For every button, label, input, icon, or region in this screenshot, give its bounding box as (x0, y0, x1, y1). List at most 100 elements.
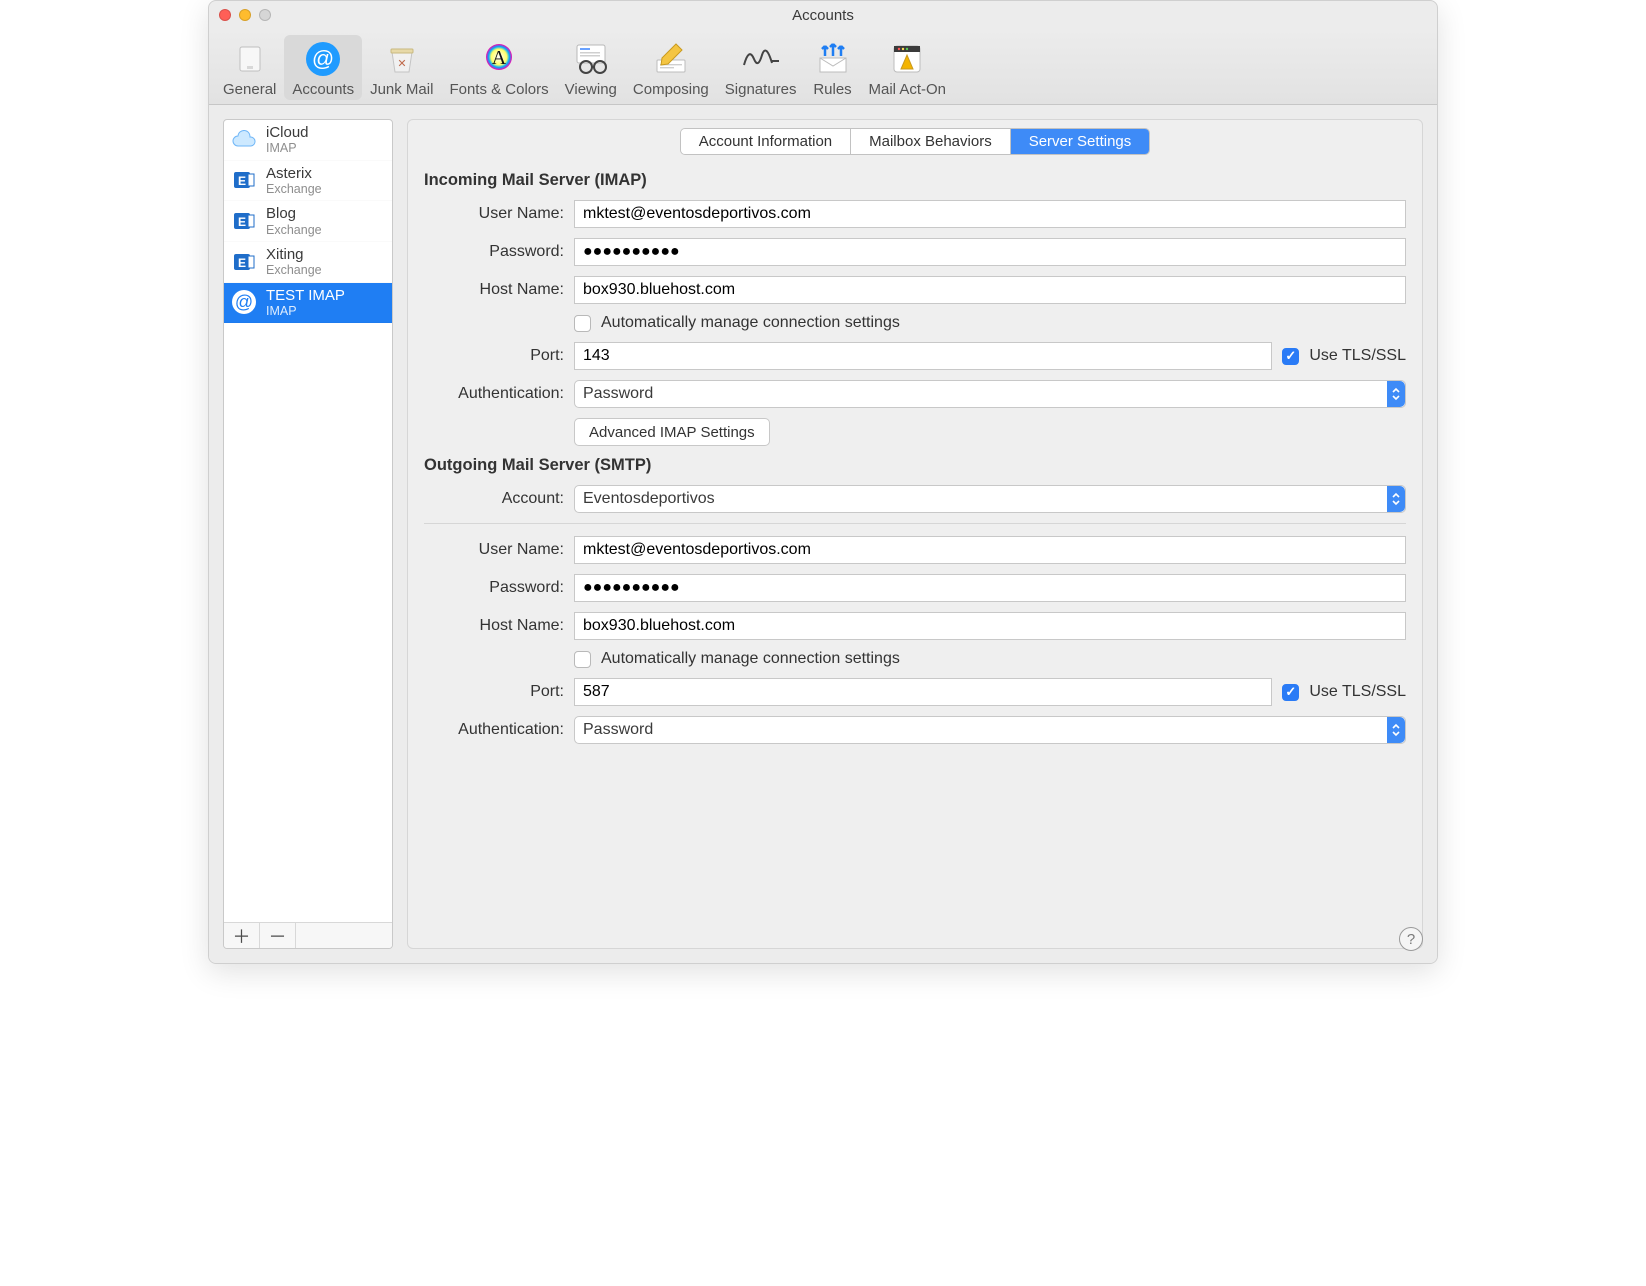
svg-text:@: @ (235, 292, 253, 312)
settings-tabs: Account Information Mailbox Behaviors Se… (680, 128, 1151, 155)
signatures-icon (741, 39, 781, 79)
advanced-imap-button[interactable]: Advanced IMAP Settings (574, 418, 770, 446)
sidebar-footer-spacer (296, 923, 392, 948)
svg-text:E: E (238, 256, 246, 270)
incoming-heading: Incoming Mail Server (IMAP) (424, 171, 1406, 190)
outgoing-tls-checkbox[interactable] (1282, 684, 1299, 701)
account-name: Asterix (266, 165, 322, 182)
tab-account-information[interactable]: Account Information (681, 129, 851, 154)
toolbar-general[interactable]: General (215, 35, 284, 100)
outgoing-username-input[interactable] (574, 536, 1406, 564)
help-button[interactable]: ? (1399, 927, 1423, 951)
toolbar-composing[interactable]: Composing (625, 35, 717, 100)
accounts-icon: @ (303, 39, 343, 79)
outgoing-hostname-label: Host Name: (424, 617, 564, 635)
outgoing-port-label: Port: (424, 683, 564, 701)
incoming-username-label: User Name: (424, 205, 564, 223)
account-row-test-imap[interactable]: @ TEST IMAP IMAP (224, 283, 392, 324)
incoming-hostname-label: Host Name: (424, 281, 564, 299)
sidebar-footer: ＋ － (224, 922, 392, 948)
outgoing-hostname-input[interactable] (574, 612, 1406, 640)
rules-icon (813, 39, 853, 79)
account-row-blog[interactable]: E Blog Exchange (224, 201, 392, 242)
outgoing-auto-label: Automatically manage connection settings (601, 650, 900, 668)
toolbar-viewing[interactable]: Viewing (557, 35, 625, 100)
outgoing-tls-label: Use TLS/SSL (1309, 683, 1406, 701)
incoming-auth-value: Password (583, 385, 653, 403)
icloud-icon (230, 126, 258, 154)
incoming-auth-label: Authentication: (424, 385, 564, 403)
junk-mail-icon: ✕ (382, 39, 422, 79)
outgoing-port-input[interactable] (574, 678, 1272, 706)
select-caret-icon (1387, 717, 1405, 743)
general-icon (230, 39, 270, 79)
account-row-icloud[interactable]: iCloud IMAP (224, 120, 392, 161)
pref-toolbar: General @ Accounts ✕ Junk Mail A (209, 29, 1437, 105)
incoming-auto-label: Automatically manage connection settings (601, 314, 900, 332)
account-name: Blog (266, 205, 322, 222)
composing-icon (651, 39, 691, 79)
outgoing-account-label: Account: (424, 490, 564, 508)
titlebar: Accounts (209, 1, 1437, 29)
settings-panel: Account Information Mailbox Behaviors Se… (407, 119, 1423, 949)
window-title: Accounts (209, 7, 1437, 24)
exchange-icon: E (230, 248, 258, 276)
outgoing-password-input[interactable] (574, 574, 1406, 602)
outgoing-password-label: Password: (424, 579, 564, 597)
account-type: Exchange (266, 223, 322, 237)
outgoing-heading: Outgoing Mail Server (SMTP) (424, 456, 1406, 475)
outgoing-username-label: User Name: (424, 541, 564, 559)
account-name: TEST IMAP (266, 287, 345, 304)
toolbar-fonts-colors[interactable]: A Fonts & Colors (441, 35, 556, 100)
divider (424, 523, 1406, 524)
toolbar-signatures[interactable]: Signatures (717, 35, 805, 100)
incoming-password-label: Password: (424, 243, 564, 261)
incoming-username-input[interactable] (574, 200, 1406, 228)
fonts-colors-icon: A (479, 39, 519, 79)
incoming-port-label: Port: (424, 347, 564, 365)
svg-text:✕: ✕ (397, 58, 406, 70)
outgoing-auth-label: Authentication: (424, 721, 564, 739)
outgoing-auth-select[interactable]: Password (574, 716, 1406, 744)
outgoing-auth-value: Password (583, 721, 653, 739)
account-row-asterix[interactable]: E Asterix Exchange (224, 161, 392, 202)
at-icon: @ (230, 288, 258, 316)
accounts-list: iCloud IMAP E Asterix Exchange E (224, 120, 392, 922)
incoming-tls-label: Use TLS/SSL (1309, 347, 1406, 365)
incoming-password-input[interactable] (574, 238, 1406, 266)
account-type: IMAP (266, 304, 345, 318)
account-type: Exchange (266, 182, 322, 196)
preferences-window: Accounts General @ Accounts ✕ Junk Mail (208, 0, 1438, 964)
minus-icon: － (269, 923, 287, 949)
incoming-auth-select[interactable]: Password (574, 380, 1406, 408)
select-caret-icon (1387, 381, 1405, 407)
incoming-auto-checkbox[interactable] (574, 315, 591, 332)
incoming-port-input[interactable] (574, 342, 1272, 370)
tab-mailbox-behaviors[interactable]: Mailbox Behaviors (851, 129, 1011, 154)
toolbar-accounts[interactable]: @ Accounts (284, 35, 362, 100)
accounts-sidebar: iCloud IMAP E Asterix Exchange E (223, 119, 393, 949)
outgoing-account-value: Eventosdeportivos (583, 490, 715, 508)
outgoing-auto-checkbox[interactable] (574, 651, 591, 668)
outgoing-account-select[interactable]: Eventosdeportivos (574, 485, 1406, 513)
exchange-icon: E (230, 166, 258, 194)
account-type: IMAP (266, 141, 309, 155)
toolbar-rules[interactable]: Rules (805, 35, 861, 100)
select-caret-icon (1387, 486, 1405, 512)
toolbar-junk-mail[interactable]: ✕ Junk Mail (362, 35, 441, 100)
toolbar-mail-act-on[interactable]: Mail Act-On (861, 35, 955, 100)
exchange-icon: E (230, 207, 258, 235)
account-name: Xiting (266, 246, 322, 263)
add-account-button[interactable]: ＋ (224, 923, 260, 948)
svg-text:A: A (492, 47, 507, 69)
remove-account-button[interactable]: － (260, 923, 296, 948)
tab-server-settings[interactable]: Server Settings (1011, 129, 1150, 154)
incoming-tls-checkbox[interactable] (1282, 348, 1299, 365)
content-area: iCloud IMAP E Asterix Exchange E (209, 105, 1437, 963)
incoming-hostname-input[interactable] (574, 276, 1406, 304)
svg-text:@: @ (312, 46, 334, 71)
account-row-xiting[interactable]: E Xiting Exchange (224, 242, 392, 283)
account-name: iCloud (266, 124, 309, 141)
svg-text:E: E (238, 174, 246, 188)
viewing-icon (571, 39, 611, 79)
